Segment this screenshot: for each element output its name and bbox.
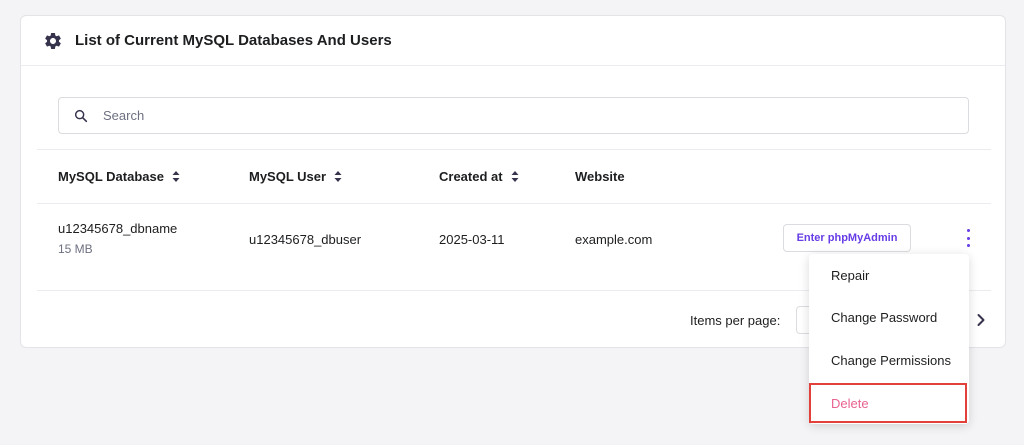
- search-input[interactable]: [103, 108, 903, 123]
- column-header-created[interactable]: Created at: [439, 150, 519, 203]
- search-icon: [73, 108, 103, 124]
- database-user: u12345678_dbuser: [249, 232, 361, 247]
- card-title: List of Current MySQL Databases And User…: [75, 32, 392, 49]
- card-header: List of Current MySQL Databases And User…: [21, 16, 1005, 66]
- table-header: MySQL Database MySQL User Created at Web…: [37, 149, 991, 204]
- menu-item-change-password[interactable]: Change Password: [809, 296, 969, 338]
- database-name: u12345678_dbname: [58, 221, 177, 236]
- database-size: 15 MB: [58, 242, 93, 256]
- created-at: 2025-03-11: [439, 232, 505, 247]
- website: example.com: [575, 232, 652, 247]
- column-header-website: Website: [575, 150, 625, 203]
- search-box[interactable]: [58, 97, 969, 134]
- gear-icon: [43, 31, 63, 51]
- menu-item-repair[interactable]: Repair: [809, 254, 969, 296]
- sort-icon[interactable]: [172, 171, 180, 182]
- column-header-user[interactable]: MySQL User: [249, 150, 342, 203]
- menu-item-delete[interactable]: Delete: [809, 383, 967, 423]
- more-options-icon[interactable]: [961, 229, 975, 247]
- column-header-database[interactable]: MySQL Database: [58, 150, 180, 203]
- items-per-page-label: Items per page:: [690, 313, 780, 328]
- sort-icon[interactable]: [334, 171, 342, 182]
- row-actions-menu: Repair Change Password Change Permission…: [809, 254, 969, 424]
- enter-phpmyadmin-button[interactable]: Enter phpMyAdmin: [783, 224, 911, 252]
- sort-icon[interactable]: [511, 171, 519, 182]
- menu-item-change-permissions[interactable]: Change Permissions: [809, 339, 969, 381]
- chevron-right-icon[interactable]: [975, 312, 987, 333]
